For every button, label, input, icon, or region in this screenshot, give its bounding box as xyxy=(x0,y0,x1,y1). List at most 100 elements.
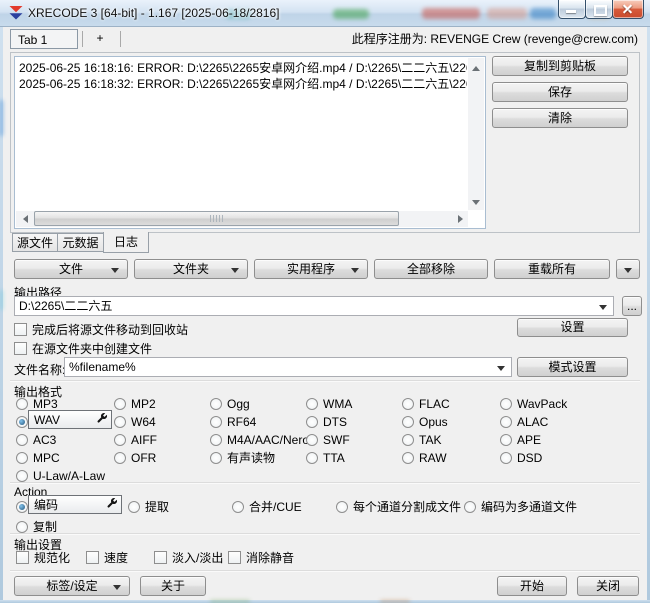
start-button[interactable]: 开始 xyxy=(497,576,567,596)
format-option-swf[interactable]: SWF xyxy=(306,432,350,447)
wav-format-settings-button[interactable]: WAV xyxy=(28,410,112,429)
format-label: TTA xyxy=(323,451,345,465)
format-option-ofr[interactable]: OFR xyxy=(114,450,156,465)
chevron-down-icon xyxy=(231,268,239,273)
maximize-button[interactable] xyxy=(585,0,613,19)
format-option-tta[interactable]: TTA xyxy=(306,450,345,465)
format-option-flac[interactable]: FLAC xyxy=(402,396,450,411)
save-button[interactable]: 保存 xyxy=(492,82,628,102)
output-path-combobox[interactable]: D:\2265\二二六五 xyxy=(14,296,614,316)
log-line: 2025-06-25 16:18:32: ERROR: D:\2265\2265… xyxy=(19,76,467,92)
registration-text: 此程序注册为: REVENGE Crew (revenge@crew.com) xyxy=(352,30,638,47)
fade-label: 淡入/淡出 xyxy=(172,549,223,566)
pattern-settings-button[interactable]: 模式设置 xyxy=(517,357,628,377)
wrench-icon xyxy=(106,497,118,512)
format-option-tak[interactable]: TAK xyxy=(402,432,441,447)
format-label: U-Law/A-Law xyxy=(33,469,105,483)
format-option-alac[interactable]: ALAC xyxy=(500,414,548,429)
close-button[interactable] xyxy=(612,0,644,19)
format-option-wav[interactable] xyxy=(16,414,28,429)
format-label: WMA xyxy=(323,397,352,411)
tab-1[interactable]: Tab 1 xyxy=(10,29,78,49)
tab-log[interactable]: 日志 xyxy=(103,232,149,253)
action-option-merge-cue[interactable]: 合并/CUE xyxy=(232,499,302,514)
format-label: AIFF xyxy=(131,433,157,447)
scroll-right-button[interactable] xyxy=(452,211,468,227)
radio-icon xyxy=(500,398,512,410)
format-option-mpc[interactable]: MPC xyxy=(16,450,60,465)
scroll-down-button[interactable] xyxy=(468,194,484,210)
file-menu-button[interactable]: 文件 xyxy=(14,259,128,279)
format-option-w64[interactable]: W64 xyxy=(114,414,156,429)
radio-icon xyxy=(114,434,126,446)
format-label: DTS xyxy=(323,415,347,429)
vertical-scrollbar[interactable] xyxy=(468,58,484,210)
checkbox-icon xyxy=(86,551,99,564)
format-option-aiff[interactable]: AIFF xyxy=(114,432,157,447)
format-option-wavpack[interactable]: WavPack xyxy=(500,396,567,411)
format-option-audiobook[interactable]: 有声读物 xyxy=(210,450,275,465)
about-button[interactable]: 关于 xyxy=(140,576,206,596)
action-option-split-channels[interactable]: 每个通道分割成文件 xyxy=(336,499,461,514)
chevron-down-icon xyxy=(111,268,119,273)
browse-button[interactable]: ... xyxy=(622,296,642,316)
clear-button[interactable]: 清除 xyxy=(492,108,628,128)
encode-settings-button[interactable]: 编码 xyxy=(28,495,122,514)
radio-icon xyxy=(16,452,28,464)
toolbar-more-button[interactable] xyxy=(616,259,640,279)
create-in-source-checkbox[interactable]: 在源文件夹中创建文件 xyxy=(14,341,152,356)
tab-source-files[interactable]: 源文件 xyxy=(12,233,58,252)
fade-checkbox[interactable]: 淡入/淡出 xyxy=(154,550,223,565)
format-label: DSD xyxy=(517,451,542,465)
move-to-recycle-checkbox[interactable]: 完成后将源文件移动到回收站 xyxy=(14,322,188,337)
window-frame-left xyxy=(0,26,3,600)
format-option-m4a[interactable]: M4A/AAC/Nero xyxy=(210,432,309,447)
format-option-raw[interactable]: RAW xyxy=(402,450,447,465)
action-option-multichannel[interactable]: 编码为多通道文件 xyxy=(464,499,577,514)
settings-button[interactable]: 设置 xyxy=(517,318,628,337)
new-tab-button[interactable]: + xyxy=(86,29,114,49)
format-option-ogg[interactable]: Ogg xyxy=(210,396,250,411)
radio-icon xyxy=(128,501,140,513)
titlebar[interactable]: XRECODE 3 [64-bit] - 1.167 [2025-06-18/2… xyxy=(0,0,650,27)
tags-settings-button[interactable]: 标签/设定 xyxy=(14,576,130,596)
format-option-dts[interactable]: DTS xyxy=(306,414,347,429)
radio-icon xyxy=(210,434,222,446)
checkbox-icon xyxy=(16,551,29,564)
remove-all-button[interactable]: 全部移除 xyxy=(374,259,488,279)
remove-silence-checkbox[interactable]: 消除静音 xyxy=(228,550,294,565)
minimize-button[interactable] xyxy=(558,0,586,19)
log-textarea[interactable]: 2025-06-25 16:18:16: ERROR: D:\2265\2265… xyxy=(14,56,486,229)
scrollbar-thumb[interactable] xyxy=(34,211,399,226)
format-option-mp2[interactable]: MP2 xyxy=(114,396,156,411)
scroll-up-button[interactable] xyxy=(468,58,484,74)
action-option-extract[interactable]: 提取 xyxy=(128,499,169,514)
format-option-wma[interactable]: WMA xyxy=(306,396,352,411)
format-option-ulaw-alaw[interactable]: U-Law/A-Law xyxy=(16,468,105,483)
filename-combobox[interactable]: %filename% xyxy=(64,357,512,377)
format-option-ape[interactable]: APE xyxy=(500,432,541,447)
close-app-button[interactable]: 关闭 xyxy=(577,576,639,596)
speed-checkbox[interactable]: 速度 xyxy=(86,550,128,565)
format-option-rf64[interactable]: RF64 xyxy=(210,414,256,429)
radio-icon xyxy=(232,501,244,513)
section-divider xyxy=(10,533,640,534)
normalize-checkbox[interactable]: 规范化 xyxy=(16,550,70,565)
app-icon xyxy=(8,5,24,21)
scroll-left-icon xyxy=(19,215,28,223)
scroll-left-button[interactable] xyxy=(16,211,32,227)
format-option-dsd[interactable]: DSD xyxy=(500,450,542,465)
format-option-mp3[interactable]: MP3 xyxy=(16,396,58,411)
folder-menu-button[interactable]: 文件夹 xyxy=(134,259,248,279)
action-option-encode[interactable] xyxy=(16,499,28,514)
horizontal-scrollbar[interactable] xyxy=(16,211,468,227)
tab-metadata[interactable]: 元数据 xyxy=(57,233,104,252)
copy-to-clipboard-button[interactable]: 复制到剪贴板 xyxy=(492,56,628,76)
checkbox-icon xyxy=(154,551,167,564)
utilities-menu-button[interactable]: 实用程序 xyxy=(254,259,368,279)
format-option-ac3[interactable]: AC3 xyxy=(16,432,56,447)
action-option-copy[interactable]: 复制 xyxy=(16,519,57,534)
format-label: MPC xyxy=(33,451,60,465)
format-option-opus[interactable]: Opus xyxy=(402,414,448,429)
reload-all-button[interactable]: 重载所有 xyxy=(494,259,610,279)
